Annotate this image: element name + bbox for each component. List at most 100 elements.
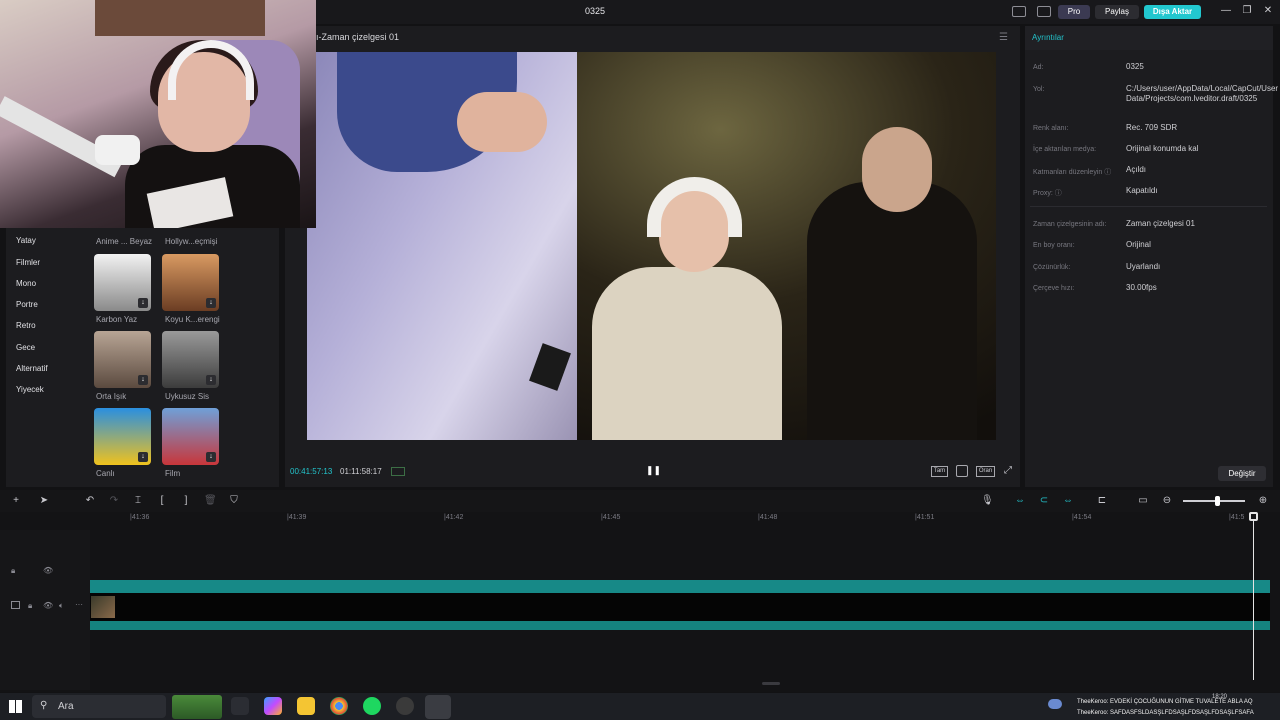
add-icon[interactable]: + [10,495,22,507]
download-icon[interactable]: ↓ [138,375,148,385]
video-clip[interactable] [90,593,1270,621]
share-button[interactable]: Paylaş [1095,5,1139,19]
taskbar-search[interactable] [32,695,166,718]
detail-value: Kapatıldı [1126,186,1158,195]
playhead-handle[interactable] [1249,512,1258,521]
select-tool-icon[interactable]: ➤ [38,495,50,507]
zoom-out-icon[interactable]: ⊖ [1161,495,1173,507]
detail-value: Uyarlandı [1126,262,1161,271]
weather-icon[interactable] [1048,699,1062,709]
audio-waveform[interactable] [90,621,1270,630]
zoom-slider[interactable] [1183,500,1245,502]
panel-icon[interactable] [1037,6,1051,17]
trim-right-icon[interactable]: ] [180,495,192,507]
download-icon[interactable]: ↓ [206,298,216,308]
capcut-taskbar-icon[interactable] [425,695,451,719]
filter-thumbnail[interactable]: ↓ [162,408,219,465]
detail-key: Yol: [1033,86,1045,93]
preview-axis-icon[interactable]: ⊏ [1096,495,1108,507]
category-item[interactable]: Gece [16,343,35,352]
delete-icon[interactable]: 🗑 [204,495,217,507]
scrollbar[interactable] [762,682,780,685]
detail-value: C:/Users/user/AppData/Local/CapCut/User … [1126,84,1279,103]
file-explorer-icon[interactable] [297,697,315,715]
playhead[interactable] [1253,512,1254,680]
waveform-icon[interactable] [391,467,405,476]
category-item[interactable]: Filmler [16,258,40,267]
split-icon[interactable]: ⌶ [132,495,144,507]
minimize-button[interactable]: — [1219,4,1233,18]
search-placeholder: Ara [58,701,74,712]
caption-icon[interactable]: ▭ [1137,495,1149,507]
filter-thumbnail[interactable]: ↓ [94,408,151,465]
filter-label: Anime ... Beyaz [96,237,153,246]
download-icon[interactable]: ↓ [138,298,148,308]
detail-value: Rec. 709 SDR [1126,123,1178,132]
category-item[interactable]: Alternatif [16,364,48,373]
redo-icon[interactable]: ↷ [108,495,120,507]
detail-value: 0325 [1126,62,1144,71]
clip-thumbnail [91,596,115,618]
total-time: 01:11:58:17 [340,467,382,476]
filter-thumbnail[interactable]: ↓ [162,254,219,311]
link-icon[interactable]: ⇔ [1014,495,1026,507]
menu-icon[interactable]: ☰ [999,32,1008,43]
undo-icon[interactable]: ↶ [84,495,96,507]
task-view-icon[interactable] [231,697,249,715]
video-frame[interactable] [307,52,996,440]
main-track-lock-icon[interactable]: 🔒︎ [28,601,32,611]
pro-button[interactable]: Pro [1058,5,1090,19]
fit-button[interactable]: Tam [931,466,948,477]
crop-icon[interactable] [956,465,968,477]
category-item[interactable]: Yiyecek [16,385,44,394]
detail-key: Ad: [1033,64,1044,71]
shield-icon[interactable]: ⛉ [228,495,240,507]
download-icon[interactable]: ↓ [206,452,216,462]
snap-icon[interactable]: ⇔ [1062,495,1074,507]
copilot-icon[interactable] [264,697,282,715]
download-icon[interactable]: ↓ [206,375,216,385]
magnet-icon[interactable]: ⊂ [1038,495,1050,507]
restore-button[interactable]: ❐ [1240,4,1254,18]
filter-thumbnail[interactable]: ↓ [94,331,151,388]
export-button[interactable]: Dışa Aktar [1144,5,1201,19]
aspect-ratio-button[interactable]: Oran [976,466,995,477]
cover-icon[interactable] [11,601,20,609]
fullscreen-icon[interactable]: ⤢ [1004,465,1012,476]
category-item[interactable]: Retro [16,321,36,330]
download-icon[interactable]: ↓ [138,452,148,462]
filter-thumbnail[interactable]: ↓ [94,254,151,311]
main-track-visibility-icon[interactable]: 👁︎ [43,601,53,610]
layout-icon[interactable] [1012,6,1026,17]
detail-value: Açıldı [1126,165,1147,174]
filter-thumbnail[interactable]: ↓ [162,331,219,388]
detail-key: İçe aktarılan medya: [1033,146,1097,153]
spotify-icon[interactable] [363,697,381,715]
details-title: Ayrıntılar [1032,33,1064,42]
chat-message: TheeKeroo: SAFDASFSLDASŞLFDSAŞLFDSAŞLFDS… [1077,710,1254,716]
webcam-overlay [0,0,316,228]
track-visibility-icon[interactable]: 👁︎ [43,566,53,575]
ruler-tick: |41:5 [1229,514,1245,521]
track-lock-icon[interactable]: 🔒︎ [11,566,15,576]
obs-icon[interactable] [396,697,414,715]
filter-label: Hollyw...eçmişi [165,237,218,246]
zoom-slider-knob[interactable] [1215,496,1220,506]
category-item[interactable]: Yatay [16,236,36,245]
clip-track[interactable] [90,580,1270,593]
chrome-icon[interactable] [330,697,348,715]
close-button[interactable]: ✕ [1261,4,1275,18]
more-icon[interactable]: ··· [75,600,83,609]
filter-label: Koyu K...erengi [165,315,220,324]
audio-icon[interactable]: 🔈︎ [59,601,64,611]
category-item[interactable]: Mono [16,279,36,288]
change-button[interactable]: Değiştir [1218,466,1266,481]
ruler-tick: |41:48 [758,514,778,521]
trim-left-icon[interactable]: [ [156,495,168,507]
filter-label: Orta Işık [96,392,127,401]
windows-start-icon[interactable] [9,700,22,713]
category-item[interactable]: Portre [16,300,38,309]
microphone-icon[interactable]: 🎙 [981,495,994,507]
pause-button[interactable]: ❚❚ [646,465,661,477]
zoom-in-icon[interactable]: ⊕ [1257,495,1269,507]
